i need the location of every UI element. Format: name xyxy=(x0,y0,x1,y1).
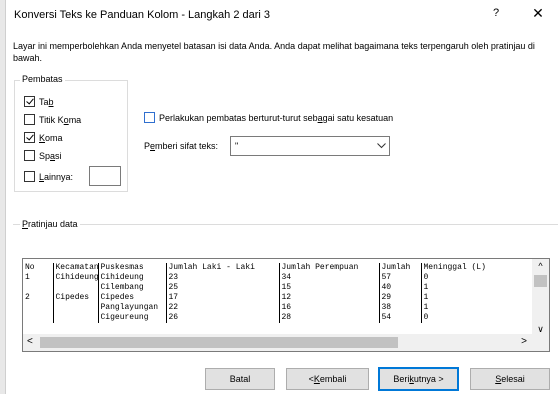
vertical-scroll-thumb[interactable] xyxy=(534,275,547,287)
close-button[interactable]: ✕ xyxy=(526,5,550,23)
preview-cell: 15 xyxy=(278,283,379,293)
other-delimiter-input[interactable] xyxy=(89,166,121,186)
preview-cell: Puskesmas xyxy=(97,263,166,273)
preview-cell: 22 xyxy=(165,303,279,313)
title-bar: Konversi Teks ke Panduan Kolom - Langkah… xyxy=(6,0,558,30)
tab-label: Tab xyxy=(39,96,54,107)
preview-cell: Cigeureung xyxy=(97,313,166,323)
data-preview-title: Pratinjau data xyxy=(20,219,80,229)
preview-cell: Cihideung xyxy=(97,273,166,283)
space-label: Spasi xyxy=(39,150,62,161)
space-checkbox[interactable] xyxy=(24,150,35,161)
preview-cell xyxy=(52,303,98,313)
comma-label: Koma xyxy=(39,132,63,143)
preview-cell: Panglayungan xyxy=(97,303,166,313)
preview-cell: 0 xyxy=(420,273,521,283)
horizontal-scrollbar[interactable]: < > xyxy=(23,334,549,351)
preview-row: Cigeureung 26 28 54 0 xyxy=(23,313,521,323)
preview-cell: 2 xyxy=(25,293,30,302)
preview-cell: 40 xyxy=(378,283,421,293)
preview-cell: 54 xyxy=(378,313,421,323)
comma-checkbox-row[interactable]: Koma xyxy=(24,132,63,143)
treat-consecutive-label: Perlakukan pembatas berturut-turut sebag… xyxy=(159,112,394,123)
preview-row: No Kecamatan Puskesmas Jumlah Laki - Laki Ju… xyxy=(23,263,521,273)
preview-cell: 16 xyxy=(278,303,379,313)
text-to-columns-dialog: Konversi Teks ke Panduan Kolom - Langkah… xyxy=(0,0,558,394)
preview-cell: Cipedes xyxy=(97,293,166,303)
preview-cell: 57 xyxy=(378,273,421,283)
preview-cell: 1 xyxy=(420,293,521,303)
preview-cell: 28 xyxy=(278,313,379,323)
preview-cell: Cihideung xyxy=(52,273,98,283)
vertical-scrollbar[interactable]: ^ ∨ xyxy=(532,259,549,335)
delimiters-group-title: Pembatas xyxy=(20,74,65,84)
tab-checkbox[interactable] xyxy=(24,96,35,107)
preview-cell: Cipedes xyxy=(52,293,98,303)
semicolon-checkbox-row[interactable]: Titik Koma xyxy=(24,114,81,125)
preview-cell: 12 xyxy=(278,293,379,303)
preview-cell xyxy=(23,303,53,313)
preview-cell: Jumlah Perempuan xyxy=(278,263,379,273)
horizontal-scroll-thumb[interactable] xyxy=(40,337,398,348)
next-button[interactable]: Beri k utnya > xyxy=(378,367,459,391)
semicolon-checkbox[interactable] xyxy=(24,114,35,125)
text-qualifier-label: Pemberi sifat teks: xyxy=(144,141,219,151)
preview-cell: 34 xyxy=(278,273,379,283)
text-qualifier-value: " xyxy=(235,141,239,151)
preview-cell: 1 xyxy=(420,283,521,293)
preview-cell: 26 xyxy=(165,313,279,323)
preview-cell: 25 xyxy=(165,283,279,293)
preview-cell: 38 xyxy=(378,303,421,313)
chevron-down-icon[interactable] xyxy=(372,137,389,155)
preview-row: Panglayungan 22 16 38 1 xyxy=(23,303,521,313)
preview-cell xyxy=(23,283,53,293)
other-label: Lainnya: xyxy=(39,171,74,182)
preview-row: Cilembang 25 15 40 1 xyxy=(23,283,521,293)
data-preview-box[interactable]: No Kecamatan Puskesmas Jumlah Laki - Laki Ju… xyxy=(22,258,550,352)
tab-checkbox-row[interactable]: Tab xyxy=(24,96,54,107)
preview-cell xyxy=(52,313,98,323)
finish-button[interactable]: Selesai xyxy=(470,368,550,390)
preview-table: No Kecamatan Puskesmas Jumlah Laki - Laki Ju… xyxy=(23,263,521,323)
back-button[interactable]: < Kembali xyxy=(286,368,369,390)
cancel-button[interactable]: Batal xyxy=(205,368,275,390)
preview-cell: 1 xyxy=(25,273,30,282)
other-checkbox[interactable] xyxy=(24,171,35,182)
preview-cell: 1 xyxy=(420,303,521,313)
scroll-right-icon[interactable]: > xyxy=(521,336,527,347)
preview-cell: 17 xyxy=(165,293,279,303)
preview-cell: Meninggal (L) xyxy=(420,263,521,273)
help-button[interactable]: ? xyxy=(486,7,506,23)
preview-cell xyxy=(52,283,98,293)
preview-cell: Jumlah Laki - Laki xyxy=(165,263,279,273)
comma-checkbox[interactable] xyxy=(24,132,35,143)
description-text: Layar ini memperbolehkan Anda menyetel b… xyxy=(13,41,535,63)
preview-cell: No xyxy=(25,263,35,272)
preview-cell xyxy=(23,313,53,323)
scroll-left-icon[interactable]: < xyxy=(27,336,33,347)
preview-cell: 0 xyxy=(420,313,521,323)
preview-cell: Cilembang xyxy=(97,283,166,293)
scroll-up-icon[interactable]: ^ xyxy=(532,261,549,271)
semicolon-label: Titik Koma xyxy=(39,114,82,125)
text-qualifier-select[interactable]: " xyxy=(230,136,390,156)
preview-cell: Kecamatan xyxy=(52,263,98,273)
space-checkbox-row[interactable]: Spasi xyxy=(24,150,62,161)
treat-consecutive-row[interactable]: Perlakukan pembatas berturut-turut sebag… xyxy=(144,112,393,123)
preview-cell: 23 xyxy=(165,273,279,283)
preview-row: 2 Cipedes Cipedes 17 12 29 1 xyxy=(23,293,521,303)
preview-row: 1 Cihideung Cihideung 23 34 57 0 xyxy=(23,273,521,283)
window-title: Konversi Teks ke Panduan Kolom - Langkah… xyxy=(14,9,271,21)
treat-consecutive-checkbox[interactable] xyxy=(144,112,155,123)
background-window-edge xyxy=(0,0,6,394)
other-checkbox-row[interactable]: Lainnya: xyxy=(24,171,73,182)
preview-cell: 29 xyxy=(378,293,421,303)
preview-cell: Jumlah xyxy=(378,263,421,273)
